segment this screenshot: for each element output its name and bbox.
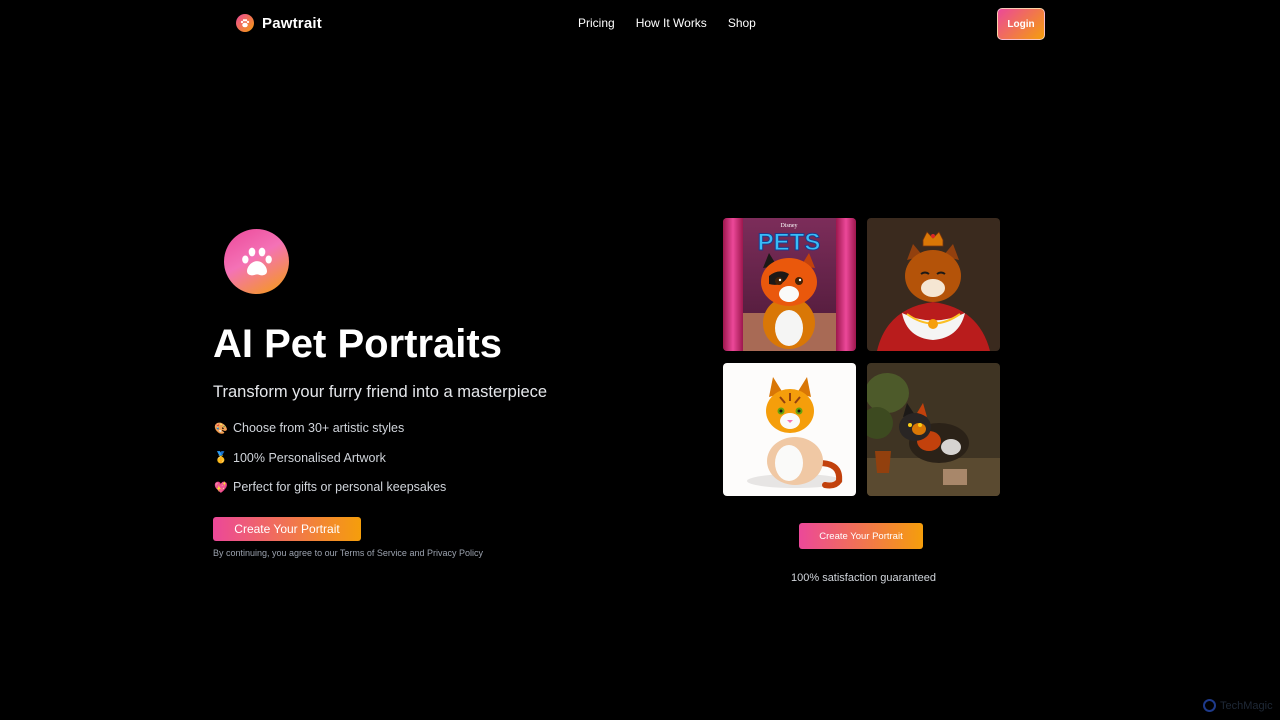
portrait-royal-painting-image [867,218,1000,351]
watermark: TechMagic [1203,699,1273,712]
nav-link-pricing[interactable]: Pricing [578,16,615,30]
paw-hero-icon [224,229,289,294]
feature-list: 🎨 Choose from 30+ artistic styles 🥇 100%… [214,420,446,509]
portrait-gallery: Disney PETS [723,218,1000,496]
feature-text: Choose from 30+ artistic styles [233,421,405,435]
feature-text: 100% Personalised Artwork [233,450,386,465]
watermark-text: TechMagic [1220,699,1273,712]
create-portrait-button[interactable]: Create Your Portrait [213,517,361,541]
login-button[interactable]: Login [997,8,1045,40]
privacy-link[interactable]: Privacy Policy [427,548,483,558]
create-portrait-button-secondary[interactable]: Create Your Portrait [799,523,923,549]
feature-text: Perfect for gifts or personal keepsakes [233,480,447,494]
terms-link[interactable]: Terms of Service [340,548,407,558]
heart-icon: 💖 [214,481,228,494]
brand-name: Pawtrait [262,14,322,32]
feature-item: 💖 Perfect for gifts or personal keepsake… [214,479,446,495]
top-nav: Pawtrait Pricing How It Works Shop Login [0,0,1280,48]
hero-subtitle: Transform your furry friend into a maste… [213,383,548,401]
watermark-logo-icon [1203,699,1216,712]
portrait-movie-poster-image: Disney PETS [723,218,856,351]
portrait-watercolor-image [723,363,856,496]
satisfaction-guarantee: 100% satisfaction guaranteed [791,572,936,584]
portrait-oil-painting-image [867,363,1000,496]
nav-link-how-it-works[interactable]: How It Works [636,16,707,30]
nav-links: Pricing How It Works Shop [578,16,756,30]
palette-icon: 🎨 [214,422,228,435]
legal-prefix: By continuing, you agree to our [213,548,340,558]
feature-item: 🎨 Choose from 30+ artistic styles [214,420,446,436]
legal-notice: By continuing, you agree to our Terms of… [213,548,483,558]
legal-and: and [406,548,427,558]
hero-title: AI Pet Portraits [213,322,502,366]
nav-link-shop[interactable]: Shop [728,16,756,30]
paw-logo-icon [236,14,254,32]
feature-item: 🥇 100% Personalised Artwork [214,450,446,466]
medal-icon: 🥇 [214,452,228,464]
poster-title-text: PETS [758,229,821,256]
brand[interactable]: Pawtrait [236,14,322,32]
